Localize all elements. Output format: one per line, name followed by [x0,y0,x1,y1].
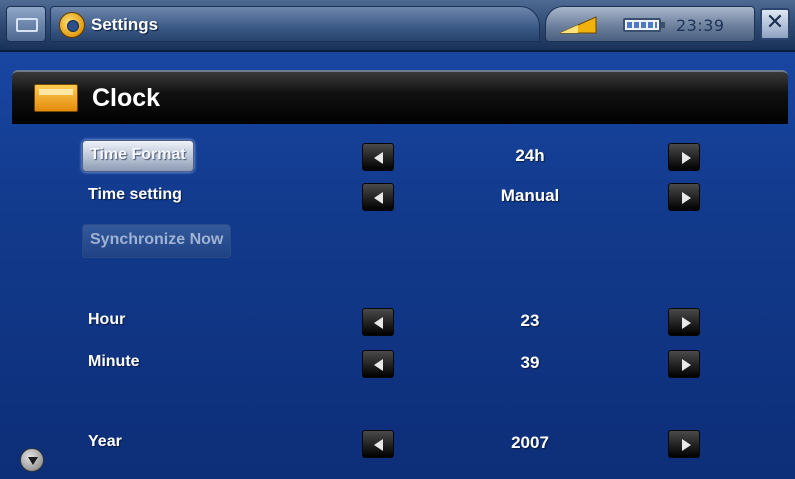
window-title: Settings [91,15,159,34]
close-button[interactable]: ✕ [760,8,790,40]
setting-row-hour: Hour 23 [0,304,795,340]
setting-row-minute: Minute 39 [0,346,795,382]
section-title: Clock [92,84,161,112]
year-label[interactable]: Year [88,433,122,451]
battery-icon [623,18,665,32]
year-value: 2007 [511,433,549,452]
minute-label[interactable]: Minute [88,353,140,371]
arrow-right-icon [682,152,691,164]
arrow-right-icon [682,359,691,371]
hour-label[interactable]: Hour [88,311,125,329]
time-format-prev-button[interactable] [362,143,394,171]
time-format-label[interactable]: Time Format [82,140,194,172]
close-icon: ✕ [765,10,785,35]
time-setting-value: Manual [500,186,560,205]
arrow-right-icon [682,192,691,204]
time-format-next-button[interactable] [668,143,700,171]
arrow-left-icon [374,152,383,164]
scroll-down-button[interactable] [20,448,44,472]
minute-next-button[interactable] [668,350,700,378]
chevron-down-icon [28,457,38,465]
setting-row-year: Year 2007 [0,426,795,462]
hour-value: 23 [520,311,540,330]
top-status-bar: Settings 23:39 ✕ [0,0,795,52]
hour-prev-button[interactable] [362,308,394,336]
arrow-right-icon [682,317,691,329]
synchronize-now-button[interactable]: Synchronize Now [82,224,232,258]
minute-prev-button[interactable] [362,350,394,378]
year-prev-button[interactable] [362,430,394,458]
setting-row-synchronize: Synchronize Now [0,224,795,260]
arrow-right-icon [682,439,691,451]
status-clock: 23:39 [676,16,725,35]
time-setting-label[interactable]: Time setting [88,186,182,204]
time-format-value: 24h [515,146,545,165]
time-setting-next-button[interactable] [668,183,700,211]
settings-icon [59,12,85,38]
home-tab-icon[interactable] [6,6,46,42]
arrow-left-icon [374,359,383,371]
clock-app-icon [34,84,78,112]
window-title-tab: Settings [50,6,540,42]
home-glyph [16,18,38,32]
section-header: Clock [12,70,788,124]
year-next-button[interactable] [668,430,700,458]
setting-row-time-format: Time Format 24h [0,139,795,175]
minute-value: 39 [520,353,540,372]
arrow-left-icon [374,192,383,204]
status-area: 23:39 [545,6,755,42]
hour-next-button[interactable] [668,308,700,336]
setting-row-time-setting: Time setting Manual [0,179,795,215]
arrow-left-icon [374,439,383,451]
battery-level [627,22,657,28]
settings-screen: Settings 23:39 ✕ Clock Time Format 24h T… [0,0,795,479]
signal-icon [559,16,597,34]
arrow-left-icon [374,317,383,329]
time-setting-prev-button[interactable] [362,183,394,211]
